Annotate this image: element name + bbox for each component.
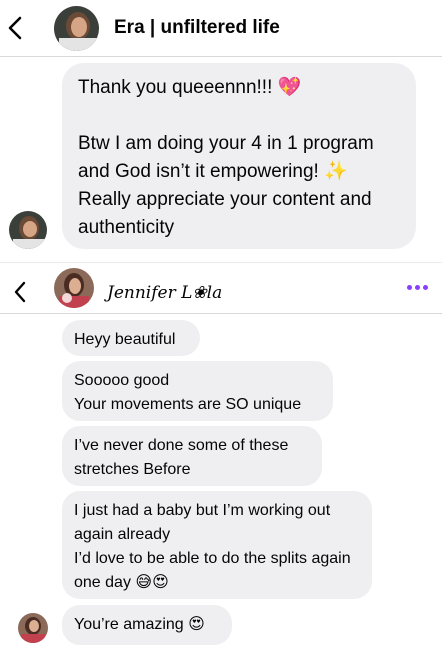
- message-bubble[interactable]: You’re amazing 😍: [62, 605, 232, 645]
- conversation-header-era: Era | unfiltered life: [0, 0, 442, 57]
- avatar[interactable]: [54, 268, 94, 308]
- back-button[interactable]: [9, 276, 31, 308]
- message-bubble[interactable]: I’ve never done some of these stretches …: [62, 426, 322, 486]
- contact-name[interactable]: Era | unfiltered life: [114, 17, 280, 39]
- more-options-button[interactable]: [407, 281, 428, 294]
- message-bubble[interactable]: Heyy beautiful: [62, 320, 200, 356]
- avatar[interactable]: [9, 211, 47, 249]
- chevron-left-icon: [8, 16, 22, 40]
- message-bubble[interactable]: I just had a baby but I’m working out ag…: [62, 491, 372, 599]
- avatar[interactable]: [54, 6, 99, 51]
- message-bubble[interactable]: Thank you queeennn!!! 💖 Btw I am doing y…: [62, 63, 416, 249]
- more-horizontal-icon: [407, 285, 412, 290]
- message-bubble[interactable]: Sooooo good Your movements are SO unique: [62, 361, 333, 421]
- chevron-left-icon: [14, 281, 26, 303]
- avatar[interactable]: [18, 613, 48, 643]
- back-button[interactable]: [4, 12, 26, 44]
- contact-name[interactable]: Jennifer L❀la: [107, 283, 222, 303]
